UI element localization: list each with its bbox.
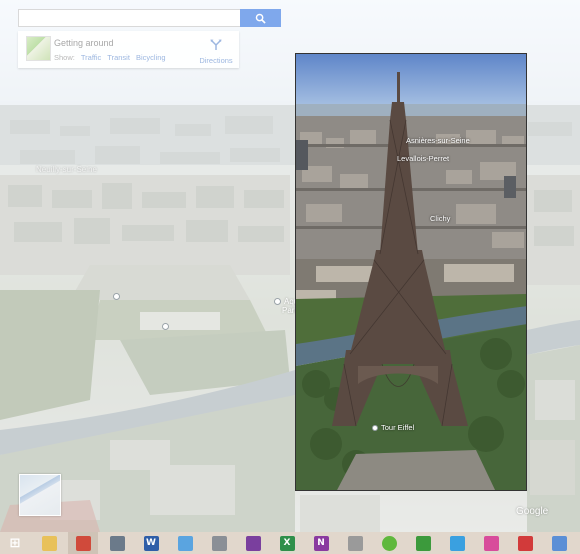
search-input[interactable] [18, 9, 240, 27]
taskbar-button[interactable]: X [272, 532, 302, 554]
maps-icon [551, 535, 567, 551]
taskbar-button[interactable] [170, 532, 200, 554]
directions-label: Directions [199, 56, 233, 65]
directions-button[interactable]: Directions [196, 37, 236, 65]
taskbar-button[interactable] [442, 532, 472, 554]
taskbar-button[interactable] [102, 532, 132, 554]
label-tour-eiffel[interactable]: Tour Eiffel [372, 423, 414, 432]
taskbar-button[interactable]: N [306, 532, 336, 554]
transit-link[interactable]: Transit [107, 53, 130, 62]
taskbar-button[interactable] [510, 532, 540, 554]
poi-pin-icon [113, 293, 120, 301]
app-icon [211, 535, 227, 551]
label-levallois: Levallois-Perret [397, 154, 450, 163]
app-red-icon [517, 535, 533, 551]
taskbar-button[interactable] [544, 532, 574, 554]
getting-around-title: Getting around [54, 38, 114, 48]
taskbar-button[interactable] [204, 532, 234, 554]
excel-icon: X [279, 535, 295, 551]
traffic-link[interactable]: Traffic [81, 53, 101, 62]
label-asnieres: Asnières-sur-Seine [406, 136, 470, 145]
media-icon [245, 535, 261, 551]
search-bar [18, 9, 281, 27]
poi-marker[interactable] [162, 318, 172, 336]
search-icon [255, 13, 266, 24]
onenote-icon: N [313, 535, 329, 551]
directions-icon [210, 39, 222, 50]
taskbar-button[interactable] [408, 532, 438, 554]
word-icon: W [143, 535, 159, 551]
gamepad-icon [347, 535, 363, 551]
google-logo: Google [516, 506, 549, 517]
taskbar-button[interactable] [476, 532, 506, 554]
taskbar-button[interactable] [374, 532, 404, 554]
file-explorer-icon [41, 535, 57, 551]
store-icon [483, 535, 499, 551]
getting-around-card: Getting around Show: Traffic Transit Bic… [18, 31, 239, 68]
taskbar-button[interactable] [238, 532, 268, 554]
search-button[interactable] [240, 9, 281, 27]
map-view-toggle[interactable] [19, 474, 61, 516]
twitter-icon [449, 535, 465, 551]
remote-desktop-icon [109, 535, 125, 551]
taskbar-button[interactable]: ⊞ [0, 532, 30, 554]
taskbar-button[interactable] [34, 532, 64, 554]
poi-marker[interactable] [113, 288, 123, 306]
taskbar-button[interactable]: W [136, 532, 166, 554]
bicycling-link[interactable]: Bicycling [136, 53, 166, 62]
poi-pin-icon [274, 298, 281, 306]
map-label-neuilly: Neuilly-sur-Seine [36, 165, 97, 174]
label-clichy: Clichy [430, 214, 451, 223]
taskbar-button[interactable] [68, 532, 98, 554]
xbox-icon [415, 535, 431, 551]
taskbar: ⊞ W X N [0, 532, 580, 554]
taskbar-button[interactable] [340, 532, 370, 554]
layer-links: Show: Traffic Transit Bicycling [54, 53, 166, 62]
photo-panel[interactable]: Asnières-sur-Seine Levallois-Perret Clic… [295, 53, 527, 491]
messaging-icon [177, 535, 193, 551]
show-label: Show: [54, 53, 75, 62]
map-thumbnail-icon [26, 36, 51, 61]
poi-pin-icon [372, 425, 378, 432]
chrome-icon [75, 535, 91, 551]
start-icon: ⊞ [9, 535, 21, 551]
spotify-icon [381, 535, 397, 551]
poi-pin-icon [162, 323, 169, 331]
